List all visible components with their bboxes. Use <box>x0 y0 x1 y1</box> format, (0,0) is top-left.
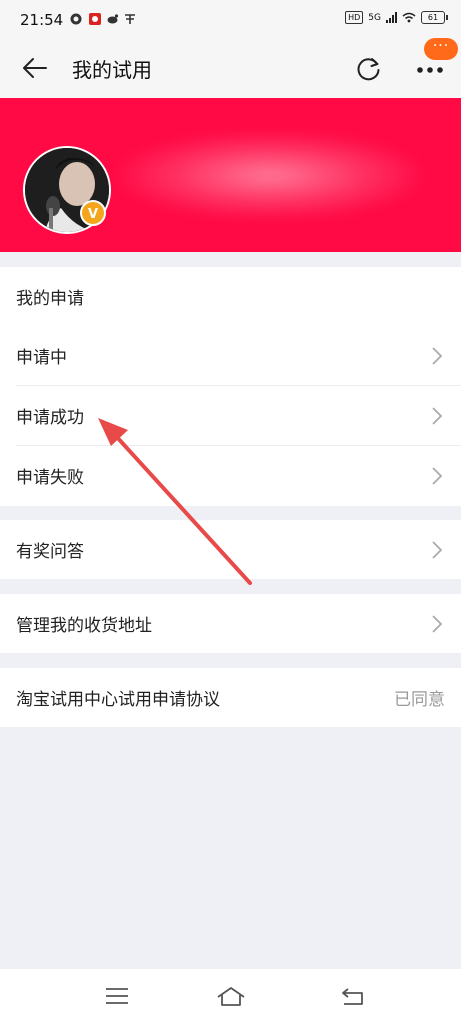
weibo-icon <box>107 14 119 24</box>
status-bar: 21:54 HD 5G 61 <box>0 0 461 38</box>
chevron-right-icon <box>432 407 443 425</box>
list-item-label: 申请成功 <box>16 408 84 428</box>
list-item-label: 管理我的收货地址 <box>16 616 152 636</box>
refresh-icon[interactable] <box>355 55 382 82</box>
agreement-section: 淘宝试用中心试用申请协议 已同意 <box>0 668 461 727</box>
notification-badge[interactable]: ··· <box>424 38 458 60</box>
home-icon[interactable] <box>216 985 246 1007</box>
return-icon[interactable] <box>340 985 366 1007</box>
vip-level-badge: V <box>80 200 106 226</box>
network-type: 5G <box>368 12 381 23</box>
list-item-applying[interactable]: 申请中 <box>0 326 461 386</box>
page-title: 我的试用 <box>72 58 152 82</box>
chevron-right-icon <box>432 541 443 559</box>
list-item-success[interactable]: 申请成功 <box>0 386 461 446</box>
list-item-agreement[interactable]: 淘宝试用中心试用申请协议 已同意 <box>0 668 461 727</box>
status-indicators: HD 5G 61 <box>345 11 448 24</box>
list-item-label: 淘宝试用中心试用申请协议 <box>16 690 220 710</box>
list-item-qa[interactable]: 有奖问答 <box>0 520 461 579</box>
signal-icon <box>386 12 397 23</box>
chevron-right-icon <box>432 467 443 485</box>
agreement-status: 已同意 <box>394 690 445 710</box>
menu-icon[interactable] <box>104 985 130 1007</box>
blurred-username <box>120 133 420 218</box>
chevron-right-icon <box>432 347 443 365</box>
wifi-icon <box>402 12 416 23</box>
address-section: 管理我的收货地址 <box>0 594 461 653</box>
list-item-address[interactable]: 管理我的收货地址 <box>0 594 461 653</box>
my-applications-section: 我的申请 申请中 申请成功 申请失败 <box>0 267 461 506</box>
battery-icon: 61 <box>421 11 448 24</box>
app-notification-icon <box>70 13 82 25</box>
more-dots-icon[interactable] <box>415 64 445 76</box>
message-app-icon <box>125 14 135 24</box>
section-title: 我的申请 <box>16 289 84 309</box>
list-item-label: 有奖问答 <box>16 542 84 562</box>
back-arrow-icon[interactable] <box>22 56 48 80</box>
status-time: 21:54 <box>20 11 64 29</box>
system-nav-bar <box>0 969 461 1024</box>
profile-banner: V <box>0 98 461 252</box>
chevron-right-icon <box>432 615 443 633</box>
app-header: 我的试用 ··· <box>0 38 461 99</box>
news-app-icon <box>89 13 101 25</box>
hd-badge: HD <box>345 11 364 24</box>
list-item-failed[interactable]: 申请失败 <box>0 446 461 506</box>
qa-section: 有奖问答 <box>0 520 461 579</box>
list-item-label: 申请中 <box>16 348 67 368</box>
list-item-label: 申请失败 <box>16 468 84 488</box>
section-header: 我的申请 <box>0 267 461 326</box>
